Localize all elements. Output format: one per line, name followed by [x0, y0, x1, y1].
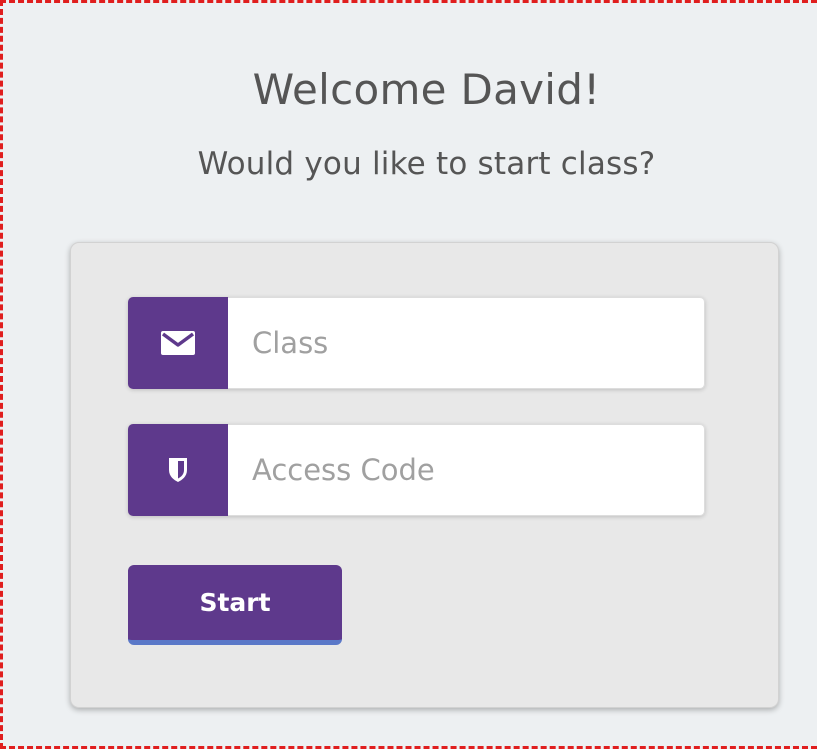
- envelope-icon: [161, 331, 195, 355]
- welcome-subtitle: Would you like to start class?: [197, 146, 656, 182]
- class-input-group: [128, 297, 705, 389]
- access-code-input-group: [128, 424, 705, 516]
- start-button[interactable]: Start: [128, 565, 342, 645]
- page-frame: Welcome David! Would you like to start c…: [0, 0, 817, 749]
- class-input[interactable]: [228, 297, 705, 389]
- start-class-card: Start: [70, 242, 779, 708]
- access-code-addon: [128, 424, 228, 516]
- shield-icon: [168, 457, 188, 483]
- class-addon: [128, 297, 228, 389]
- welcome-heading: Welcome David!: [252, 65, 601, 114]
- access-code-input[interactable]: [228, 424, 705, 516]
